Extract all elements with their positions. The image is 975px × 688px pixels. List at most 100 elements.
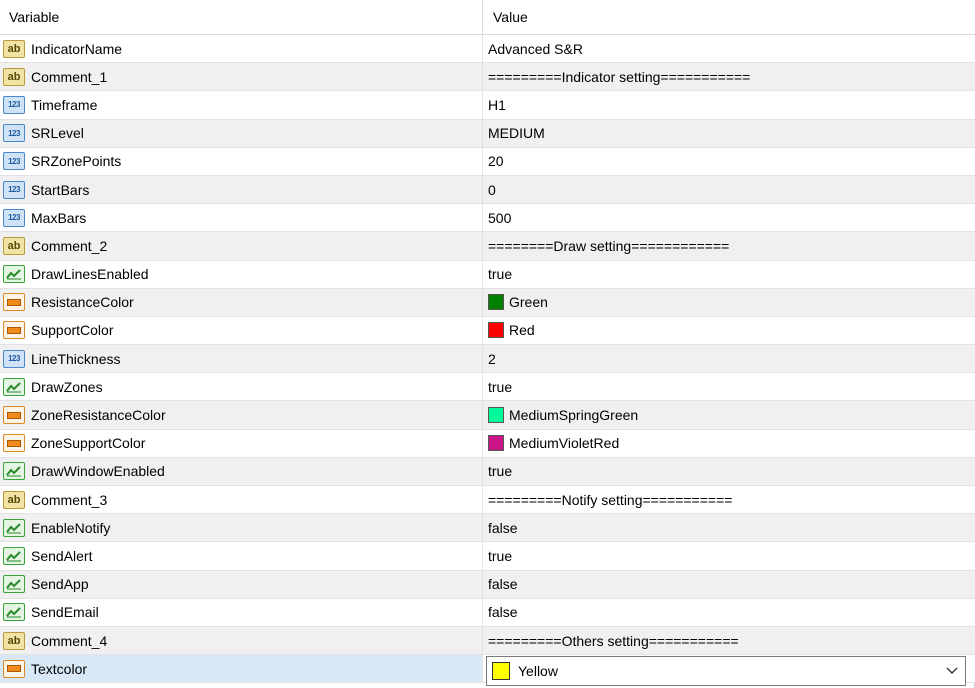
- variable-cell[interactable]: 123 MaxBars: [0, 204, 483, 233]
- variable-cell[interactable]: SendEmail: [0, 598, 483, 627]
- variable-cell[interactable]: ZoneSupportColor: [0, 429, 483, 458]
- variable-name: SendApp: [31, 576, 89, 593]
- color-swatch: [488, 435, 504, 452]
- property-row-sendalert[interactable]: SendAlert true: [0, 542, 975, 571]
- value-cell[interactable]: true: [483, 373, 975, 402]
- value-cell[interactable]: true: [483, 261, 975, 289]
- boolean-type-icon: [3, 377, 25, 396]
- integer-type-icon: 123: [3, 180, 25, 199]
- grid-header: Variable Value: [0, 0, 975, 35]
- property-row-maxbars[interactable]: 123 MaxBars 500: [0, 204, 975, 233]
- variable-name: LineThickness: [31, 350, 121, 367]
- property-row-comment_4[interactable]: ab Comment_4 =========Others setting======…: [0, 626, 975, 656]
- property-row-comment_1[interactable]: ab Comment_1 =========Indicator setting===…: [0, 63, 975, 92]
- variable-name: SRZonePoints: [31, 153, 122, 170]
- value-cell[interactable]: MediumSpringGreen: [483, 401, 975, 430]
- property-row-drawzones[interactable]: DrawZones true: [0, 373, 975, 402]
- value-cell[interactable]: ========Draw setting============: [483, 232, 975, 261]
- value-text: false: [488, 576, 518, 593]
- variable-cell[interactable]: 123 SRZonePoints: [0, 147, 483, 176]
- variable-cell[interactable]: 123 Timeframe: [0, 91, 483, 120]
- variable-cell[interactable]: ab Comment_2: [0, 232, 483, 261]
- variable-cell[interactable]: 123 LineThickness: [0, 345, 483, 374]
- variable-name: Comment_3: [31, 491, 108, 508]
- variable-cell[interactable]: ZoneResistanceColor: [0, 401, 483, 430]
- value-cell[interactable]: Green: [483, 289, 975, 317]
- variable-cell[interactable]: SupportColor: [0, 316, 483, 346]
- property-row-startbars[interactable]: 123 StartBars 0: [0, 175, 975, 205]
- value-cell[interactable]: =========Others setting===========: [483, 627, 975, 656]
- value-cell[interactable]: =========Notify setting===========: [483, 486, 975, 515]
- boolean-type-icon: [3, 462, 25, 481]
- variable-cell[interactable]: ab Comment_4: [0, 626, 483, 656]
- value-text: =========Indicator setting===========: [488, 68, 751, 85]
- variable-cell[interactable]: DrawLinesEnabled: [0, 260, 483, 289]
- inputs-property-grid: Variable Value ab IndicatorName Advanced S…: [0, 0, 975, 688]
- variable-cell[interactable]: EnableNotify: [0, 514, 483, 543]
- string-type-icon: ab: [3, 39, 25, 58]
- property-row-drawlinesenabled[interactable]: DrawLinesEnabled true: [0, 260, 975, 289]
- property-row-comment_2[interactable]: ab Comment_2 ========Draw setting=========…: [0, 232, 975, 261]
- property-row-textcolor[interactable]: Textcolor Yellow: [0, 655, 975, 687]
- property-row-srlevel[interactable]: 123 SRLevel MEDIUM: [0, 119, 975, 148]
- variable-cell[interactable]: SendAlert: [0, 542, 483, 571]
- value-text: true: [488, 378, 513, 395]
- variable-cell[interactable]: DrawWindowEnabled: [0, 457, 483, 486]
- variable-name: StartBars: [31, 181, 90, 198]
- variable-name: Comment_4: [31, 632, 108, 649]
- color-dropdown[interactable]: Yellow: [486, 656, 966, 687]
- property-row-sendapp[interactable]: SendApp false: [0, 570, 975, 599]
- variable-column-header[interactable]: Variable: [0, 0, 483, 35]
- variable-cell[interactable]: Textcolor: [0, 655, 483, 684]
- value-cell[interactable]: 500: [483, 204, 975, 233]
- color-type-icon: [3, 434, 25, 453]
- property-row-comment_3[interactable]: ab Comment_3 =========Notify setting======…: [0, 486, 975, 515]
- value-cell[interactable]: MEDIUM: [483, 120, 975, 148]
- color-swatch: [488, 294, 504, 311]
- variable-cell[interactable]: SendApp: [0, 570, 483, 599]
- value-cell[interactable]: =========Indicator setting===========: [483, 63, 975, 92]
- integer-type-icon: 123: [3, 208, 25, 227]
- variable-cell[interactable]: 123 SRLevel: [0, 119, 483, 148]
- variable-cell[interactable]: DrawZones: [0, 373, 483, 402]
- value-cell[interactable]: Advanced S&R: [483, 35, 975, 64]
- variable-cell[interactable]: ab IndicatorName: [0, 35, 483, 64]
- property-row-linethickness[interactable]: 123 LineThickness 2: [0, 345, 975, 374]
- chevron-down-icon[interactable]: [945, 663, 959, 677]
- value-cell[interactable]: false: [483, 571, 975, 599]
- property-row-srzonepoints[interactable]: 123 SRZonePoints 20: [0, 147, 975, 176]
- variable-cell[interactable]: ResistanceColor: [0, 288, 483, 317]
- value-cell[interactable]: 0: [483, 176, 975, 205]
- boolean-type-icon: [3, 546, 25, 565]
- boolean-type-icon: [3, 603, 25, 622]
- color-swatch: [492, 662, 510, 681]
- variable-cell[interactable]: 123 StartBars: [0, 175, 483, 205]
- value-text: 2: [488, 350, 496, 367]
- property-row-timeframe[interactable]: 123 Timeframe H1: [0, 91, 975, 120]
- value-cell[interactable]: false: [483, 599, 975, 627]
- value-cell[interactable]: true: [483, 542, 975, 571]
- property-row-supportcolor[interactable]: SupportColor Red: [0, 316, 975, 346]
- value-cell[interactable]: MediumVioletRed: [483, 430, 975, 458]
- value-cell[interactable]: 20: [483, 148, 975, 176]
- variable-name: MaxBars: [31, 209, 87, 226]
- variable-cell[interactable]: ab Comment_3: [0, 486, 483, 515]
- color-swatch: [488, 407, 504, 424]
- property-row-drawwindowenabled[interactable]: DrawWindowEnabled true: [0, 457, 975, 486]
- value-cell[interactable]: false: [483, 514, 975, 543]
- variable-name: IndicatorName: [31, 40, 123, 57]
- color-type-icon: [3, 293, 25, 312]
- value-column-header[interactable]: Value: [483, 0, 975, 35]
- property-row-indicatorname[interactable]: ab IndicatorName Advanced S&R: [0, 35, 975, 64]
- value-cell[interactable]: true: [483, 458, 975, 486]
- property-row-zoneresistancecolor[interactable]: ZoneResistanceColor MediumSpringGreen: [0, 401, 975, 430]
- property-row-resistancecolor[interactable]: ResistanceColor Green: [0, 288, 975, 317]
- property-row-zonesupportcolor[interactable]: ZoneSupportColor MediumVioletRed: [0, 429, 975, 458]
- value-cell[interactable]: H1: [483, 91, 975, 120]
- property-row-sendemail[interactable]: SendEmail false: [0, 598, 975, 627]
- color-swatch: [488, 322, 504, 339]
- value-cell[interactable]: Red: [483, 317, 975, 346]
- property-row-enablenotify[interactable]: EnableNotify false: [0, 514, 975, 543]
- variable-cell[interactable]: ab Comment_1: [0, 63, 483, 92]
- value-cell[interactable]: 2: [483, 345, 975, 374]
